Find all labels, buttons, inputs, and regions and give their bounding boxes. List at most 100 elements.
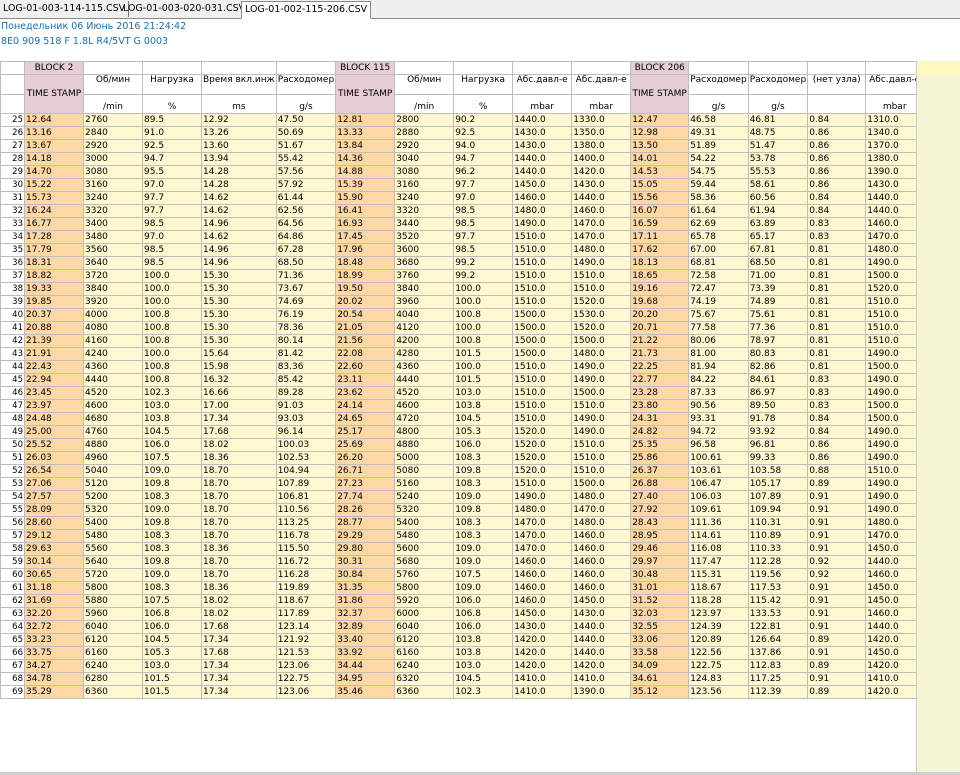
timestamp-cell[interactable]: 33.58 — [630, 646, 690, 660]
data-cell[interactable]: 3920 — [83, 295, 143, 309]
timestamp-cell[interactable]: 23.80 — [630, 399, 690, 413]
data-cell[interactable]: 0.84 — [807, 204, 867, 218]
timestamp-cell[interactable]: 16.24 — [24, 204, 84, 218]
data-cell[interactable]: 1500.0 — [865, 399, 925, 413]
data-cell[interactable]: 101.5 — [142, 672, 202, 686]
data-cell[interactable]: 1480.0 — [571, 243, 632, 257]
data-cell[interactable]: 65.78 — [688, 230, 749, 244]
timestamp-cell[interactable]: 25.52 — [24, 438, 84, 452]
data-cell[interactable]: 0.91 — [807, 490, 867, 504]
timestamp-cell[interactable]: 23.11 — [335, 373, 396, 387]
timestamp-cell[interactable]: 16.59 — [630, 217, 690, 231]
data-cell[interactable]: 6360 — [394, 685, 455, 699]
data-cell[interactable]: 106.81 — [275, 490, 337, 504]
timestamp-cell[interactable]: 26.03 — [24, 451, 84, 465]
timestamp-cell[interactable]: 32.20 — [24, 607, 84, 621]
data-cell[interactable]: 109.0 — [142, 464, 202, 478]
data-cell[interactable]: 0.86 — [807, 178, 867, 192]
data-cell[interactable]: 1480.0 — [512, 503, 573, 517]
timestamp-cell[interactable]: 16.77 — [24, 217, 84, 231]
timestamp-cell[interactable]: 30.14 — [24, 555, 84, 569]
data-cell[interactable]: 1450.0 — [571, 594, 632, 608]
data-cell[interactable]: 68.50 — [275, 256, 337, 270]
timestamp-cell[interactable]: 19.68 — [630, 295, 690, 309]
data-cell[interactable]: 68.81 — [688, 256, 749, 270]
data-cell[interactable]: 1440.0 — [571, 620, 632, 634]
data-cell[interactable]: 14.62 — [201, 204, 277, 218]
data-cell[interactable]: 4680 — [83, 412, 143, 426]
data-cell[interactable]: 5920 — [394, 594, 455, 608]
data-cell[interactable]: 6120 — [83, 633, 143, 647]
data-cell[interactable]: 67.28 — [275, 243, 337, 257]
timestamp-cell[interactable]: 16.41 — [335, 204, 396, 218]
data-cell[interactable]: 16.32 — [201, 373, 277, 387]
data-cell[interactable]: 4520 — [394, 386, 455, 400]
data-cell[interactable]: 0.84 — [807, 425, 867, 439]
data-cell[interactable]: 124.39 — [688, 620, 749, 634]
timestamp-cell[interactable]: 14.01 — [630, 152, 690, 166]
data-cell[interactable]: 3960 — [394, 295, 455, 309]
data-cell[interactable]: 1410.0 — [512, 685, 573, 699]
timestamp-cell[interactable]: 15.22 — [24, 178, 84, 192]
data-cell[interactable]: 1530.0 — [571, 308, 632, 322]
data-cell[interactable]: 109.0 — [142, 503, 202, 517]
timestamp-cell[interactable]: 21.22 — [630, 334, 690, 348]
timestamp-cell[interactable]: 17.11 — [630, 230, 690, 244]
data-cell[interactable]: 6320 — [394, 672, 455, 686]
data-cell[interactable]: 5320 — [394, 503, 455, 517]
data-cell[interactable]: 81.94 — [688, 360, 749, 374]
data-cell[interactable]: 6240 — [394, 659, 455, 673]
data-cell[interactable]: 6000 — [394, 607, 455, 621]
data-cell[interactable]: 109.8 — [142, 516, 202, 530]
data-cell[interactable]: 116.72 — [275, 555, 337, 569]
data-cell[interactable]: 100.8 — [453, 308, 514, 322]
data-cell[interactable]: 107.5 — [142, 594, 202, 608]
data-cell[interactable]: 3000 — [83, 152, 143, 166]
data-cell[interactable]: 1510.0 — [865, 321, 925, 335]
data-cell[interactable]: 77.36 — [747, 321, 809, 335]
data-cell[interactable]: 121.53 — [275, 646, 337, 660]
data-cell[interactable]: 90.2 — [453, 113, 514, 127]
data-cell[interactable]: 1410.0 — [571, 672, 632, 686]
data-cell[interactable]: 5040 — [83, 464, 143, 478]
data-cell[interactable]: 3600 — [394, 243, 455, 257]
data-cell[interactable]: 1510.0 — [512, 295, 573, 309]
timestamp-cell[interactable]: 14.36 — [335, 152, 396, 166]
timestamp-cell[interactable]: 27.23 — [335, 477, 396, 491]
data-cell[interactable]: 1490.0 — [512, 217, 573, 231]
timestamp-cell[interactable]: 30.48 — [630, 568, 690, 582]
data-cell[interactable]: 0.81 — [807, 243, 867, 257]
data-cell[interactable]: 1510.0 — [571, 282, 632, 296]
data-cell[interactable]: 1460.0 — [512, 191, 573, 205]
data-cell[interactable]: 46.58 — [688, 113, 749, 127]
timestamp-cell[interactable]: 23.97 — [24, 399, 84, 413]
data-cell[interactable]: 1450.0 — [865, 581, 925, 595]
data-cell[interactable]: 61.94 — [747, 204, 809, 218]
data-cell[interactable]: 1480.0 — [571, 347, 632, 361]
data-cell[interactable]: 108.3 — [453, 516, 514, 530]
data-cell[interactable]: 99.2 — [453, 256, 514, 270]
data-cell[interactable]: 14.96 — [201, 243, 277, 257]
data-cell[interactable]: 109.0 — [453, 490, 514, 504]
data-cell[interactable]: 109.0 — [453, 555, 514, 569]
data-cell[interactable]: 3080 — [394, 165, 455, 179]
data-cell[interactable]: 1500.0 — [571, 386, 632, 400]
data-cell[interactable]: 4880 — [394, 438, 455, 452]
timestamp-cell[interactable]: 30.65 — [24, 568, 84, 582]
data-cell[interactable]: 89.5 — [142, 113, 202, 127]
data-cell[interactable]: 3320 — [394, 204, 455, 218]
data-cell[interactable]: 1510.0 — [512, 243, 573, 257]
data-cell[interactable]: 94.72 — [688, 425, 749, 439]
data-cell[interactable]: 1470.0 — [571, 217, 632, 231]
data-cell[interactable]: 108.3 — [142, 529, 202, 543]
data-cell[interactable]: 1430.0 — [512, 139, 573, 153]
data-cell[interactable]: 1470.0 — [571, 230, 632, 244]
data-cell[interactable]: 108.3 — [453, 529, 514, 543]
data-cell[interactable]: 0.91 — [807, 620, 867, 634]
data-cell[interactable]: 62.69 — [688, 217, 749, 231]
timestamp-cell[interactable]: 20.88 — [24, 321, 84, 335]
data-cell[interactable]: 1510.0 — [865, 308, 925, 322]
data-cell[interactable]: 106.03 — [688, 490, 749, 504]
data-cell[interactable]: 98.5 — [142, 243, 202, 257]
data-cell[interactable]: 0.84 — [807, 191, 867, 205]
